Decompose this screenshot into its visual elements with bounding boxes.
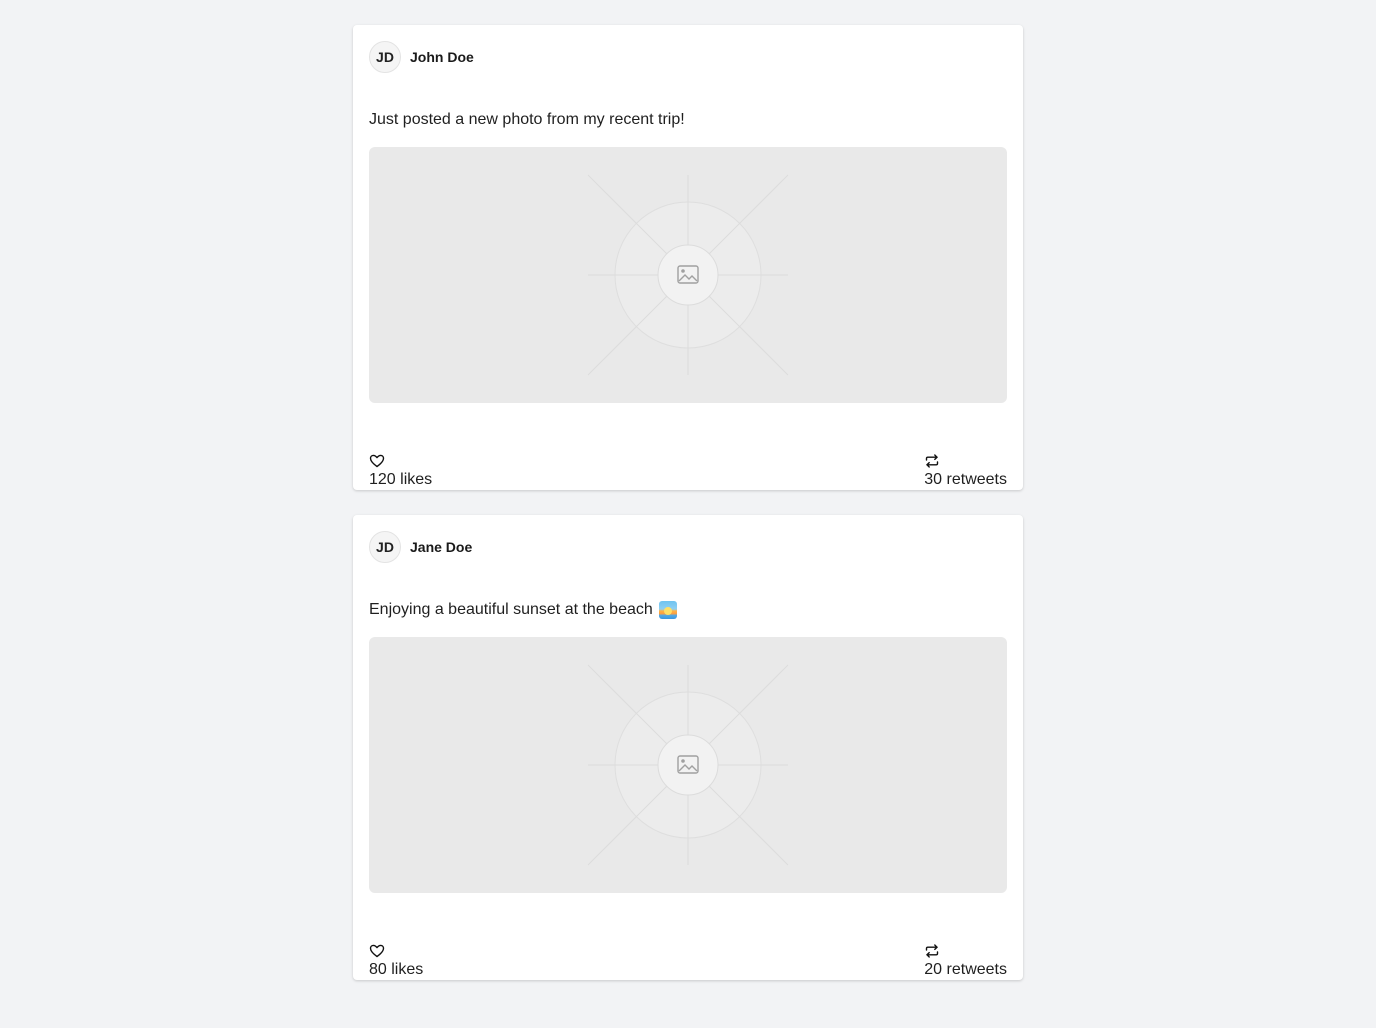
avatar[interactable]: JD <box>369 41 401 73</box>
post-card: JD John Doe Just posted a new photo from… <box>353 25 1023 490</box>
post-footer: 120 likes 30 retweets <box>369 453 1007 491</box>
heart-icon[interactable] <box>369 943 385 959</box>
retweet-icon[interactable] <box>924 943 940 959</box>
post-image[interactable] <box>369 147 1007 403</box>
heart-icon[interactable] <box>369 453 385 469</box>
author-name[interactable]: Jane Doe <box>410 539 472 555</box>
post-header: JD Jane Doe <box>369 531 1007 563</box>
retweet-stat[interactable]: 30 retweets <box>924 453 1007 491</box>
author-name[interactable]: John Doe <box>410 49 474 65</box>
post-text-content: Enjoying a beautiful sunset at the beach <box>369 601 653 618</box>
post-text-content: Just posted a new photo from my recent t… <box>369 111 685 128</box>
post-text: Enjoying a beautiful sunset at the beach <box>369 600 1007 620</box>
retweet-icon[interactable] <box>924 453 940 469</box>
like-count: 120 likes <box>369 471 433 488</box>
retweet-count: 20 retweets <box>924 961 1007 978</box>
like-count: 80 likes <box>369 961 424 978</box>
retweet-stat[interactable]: 20 retweets <box>924 943 1007 981</box>
post-image[interactable] <box>369 637 1007 893</box>
sunset-emoji-icon <box>658 601 677 619</box>
avatar[interactable]: JD <box>369 531 401 563</box>
image-placeholder-icon <box>587 174 789 376</box>
post-header: JD John Doe <box>369 41 1007 73</box>
post-feed: JD John Doe Just posted a new photo from… <box>353 25 1023 1005</box>
post-footer: 80 likes 20 retweets <box>369 943 1007 981</box>
like-stat[interactable]: 80 likes <box>369 943 423 981</box>
post-card: JD Jane Doe Enjoying a beautiful sunset … <box>353 515 1023 980</box>
like-stat[interactable]: 120 likes <box>369 453 432 491</box>
image-placeholder-icon <box>587 664 789 866</box>
retweet-count: 30 retweets <box>924 471 1007 488</box>
post-text: Just posted a new photo from my recent t… <box>369 110 1007 130</box>
